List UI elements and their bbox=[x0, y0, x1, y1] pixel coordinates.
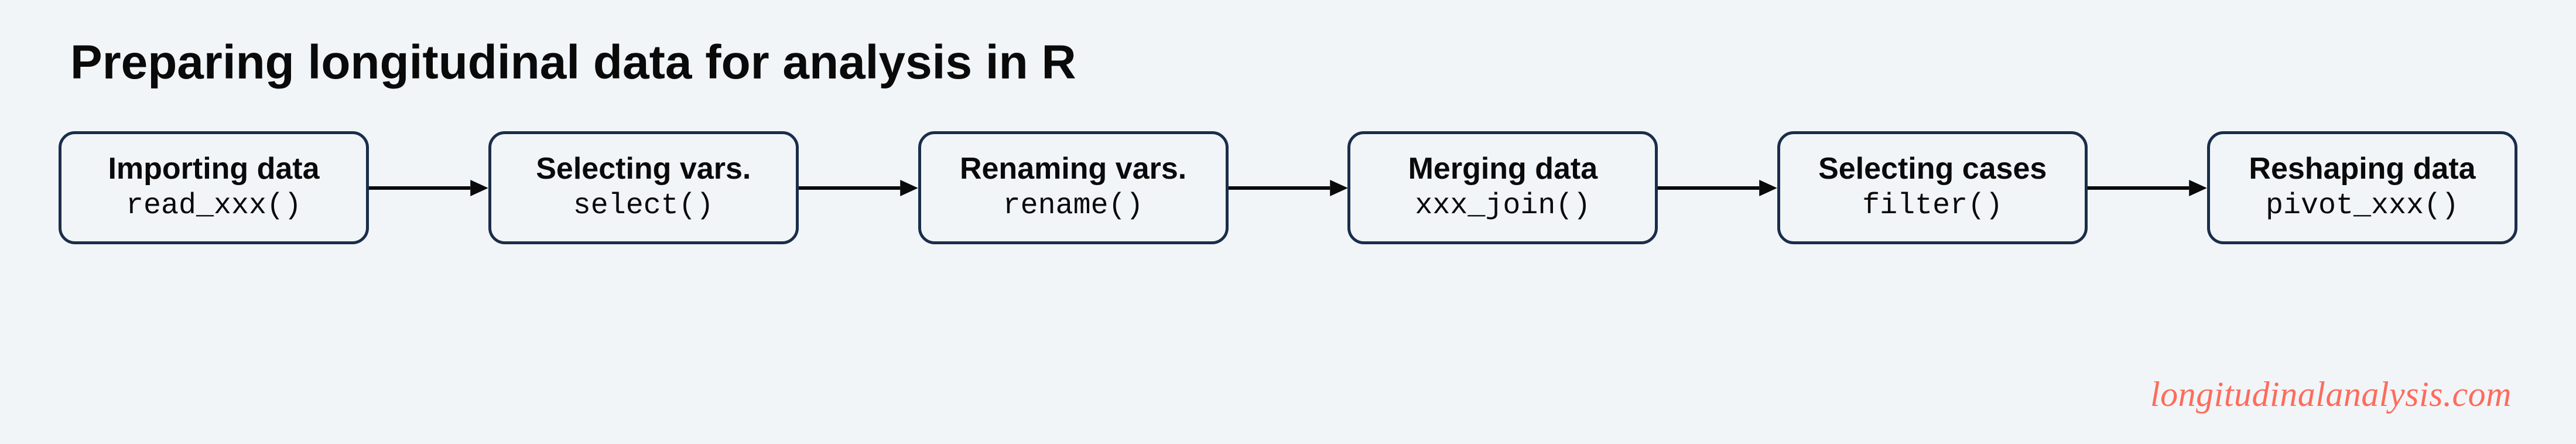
arrow-icon bbox=[1229, 176, 1348, 200]
step-function: select() bbox=[519, 187, 768, 225]
step-label: Selecting cases bbox=[1808, 151, 2057, 187]
step-merging-data: Merging data xxx_join() bbox=[1347, 131, 1658, 244]
step-selecting-cases: Selecting cases filter() bbox=[1777, 131, 2088, 244]
arrow-icon bbox=[369, 176, 488, 200]
step-function: read_xxx() bbox=[90, 187, 338, 225]
step-label: Merging data bbox=[1378, 151, 1627, 187]
step-selecting-vars: Selecting vars. select() bbox=[488, 131, 799, 244]
credit-text: longitudinalanalysis.com bbox=[2150, 374, 2512, 415]
step-label: Selecting vars. bbox=[519, 151, 768, 187]
arrow-icon bbox=[799, 176, 918, 200]
workflow-diagram: Importing data read_xxx() Selecting vars… bbox=[59, 131, 2517, 244]
step-label: Reshaping data bbox=[2238, 151, 2486, 187]
step-reshaping-data: Reshaping data pivot_xxx() bbox=[2207, 131, 2517, 244]
step-importing-data: Importing data read_xxx() bbox=[59, 131, 369, 244]
page-title: Preparing longitudinal data for analysis… bbox=[70, 35, 2517, 90]
step-function: pivot_xxx() bbox=[2238, 187, 2486, 225]
step-label: Renaming vars. bbox=[949, 151, 1198, 187]
step-label: Importing data bbox=[90, 151, 338, 187]
step-function: rename() bbox=[949, 187, 1198, 225]
arrow-icon bbox=[1658, 176, 1777, 200]
step-renaming-vars: Renaming vars. rename() bbox=[918, 131, 1229, 244]
step-function: filter() bbox=[1808, 187, 2057, 225]
arrow-icon bbox=[2088, 176, 2207, 200]
step-function: xxx_join() bbox=[1378, 187, 1627, 225]
